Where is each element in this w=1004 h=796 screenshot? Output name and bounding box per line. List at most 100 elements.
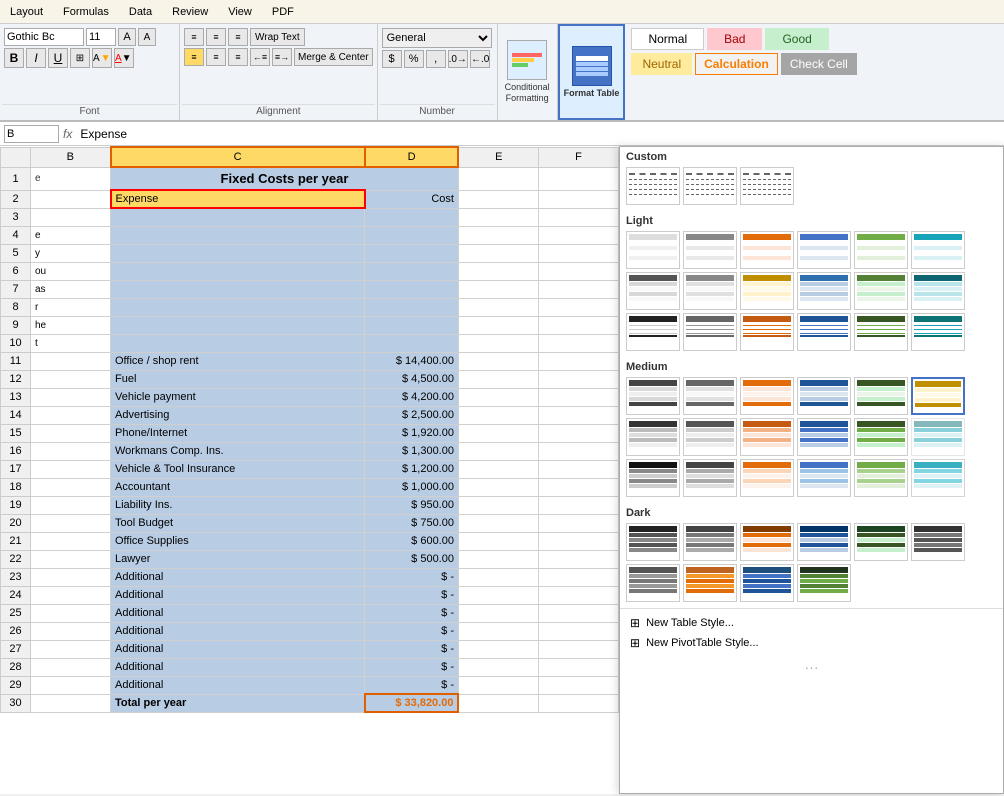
underline-button[interactable]: U: [48, 48, 68, 68]
format-select[interactable]: General Number Currency: [382, 28, 492, 48]
fill-color-button[interactable]: A▼: [92, 48, 112, 68]
increase-font-button[interactable]: A: [118, 28, 136, 46]
medium-style-green-2[interactable]: [854, 418, 908, 456]
light-style-14[interactable]: [683, 313, 737, 351]
medium-style-extra-2[interactable]: [911, 459, 965, 497]
good-style[interactable]: Good: [765, 28, 828, 50]
col-header-e[interactable]: E: [458, 147, 538, 167]
bold-button[interactable]: B: [4, 48, 24, 68]
align-left-button[interactable]: ≡: [184, 48, 204, 66]
light-style-blue-2[interactable]: [797, 313, 851, 351]
menu-layout[interactable]: Layout: [4, 6, 49, 18]
col-header-f[interactable]: F: [538, 147, 618, 167]
increase-decimal-button[interactable]: .0→: [448, 50, 468, 68]
italic-button[interactable]: I: [26, 48, 46, 68]
medium-style-green[interactable]: [854, 377, 908, 415]
dark-style-8[interactable]: [626, 564, 680, 602]
light-style-7[interactable]: [626, 272, 680, 310]
dark-style-1[interactable]: [626, 523, 680, 561]
medium-style-7[interactable]: [626, 418, 680, 456]
light-style-teal-2[interactable]: [911, 313, 965, 351]
calculation-style[interactable]: Calculation: [695, 53, 778, 75]
merge-center-button[interactable]: Merge & Center: [294, 48, 373, 66]
new-pivot-style-button[interactable]: ⊞ New PivotTable Style...: [626, 633, 997, 653]
formula-input[interactable]: Expense: [76, 127, 1000, 141]
medium-style-blue-2[interactable]: [797, 418, 851, 456]
light-style-12[interactable]: [911, 272, 965, 310]
dark-style-orange-2[interactable]: [683, 564, 737, 602]
decrease-decimal-button[interactable]: ←.0: [470, 50, 490, 68]
medium-style-orange-3[interactable]: [740, 459, 794, 497]
medium-style-8[interactable]: [683, 418, 737, 456]
medium-style-14[interactable]: [683, 459, 737, 497]
medium-style-green-3[interactable]: [854, 459, 908, 497]
light-style-green-2[interactable]: [854, 313, 908, 351]
light-style-2[interactable]: [683, 231, 737, 269]
light-style-11[interactable]: [854, 272, 908, 310]
custom-style-thumb-3[interactable]: [740, 167, 794, 205]
light-style-green[interactable]: [854, 231, 908, 269]
title-cell[interactable]: Fixed Costs per year: [111, 167, 459, 190]
wrap-text-button[interactable]: Wrap Text: [250, 28, 305, 46]
medium-style-blue[interactable]: [797, 377, 851, 415]
align-right-button[interactable]: ≡: [228, 48, 248, 66]
medium-style-blue-3[interactable]: [797, 459, 851, 497]
new-table-style-button[interactable]: ⊞ New Table Style...: [626, 613, 997, 633]
font-name-input[interactable]: [4, 28, 84, 46]
align-center-button[interactable]: ≡: [206, 48, 226, 66]
total-value-cell[interactable]: $ 33,820.00: [365, 694, 459, 712]
medium-style-1[interactable]: [626, 377, 680, 415]
medium-style-2[interactable]: [683, 377, 737, 415]
light-style-orange-2[interactable]: [740, 313, 794, 351]
normal-style[interactable]: Normal: [631, 28, 704, 50]
font-color-button[interactable]: A▼: [114, 48, 134, 68]
col-header-d[interactable]: D: [365, 147, 459, 167]
border-button[interactable]: ⊞: [70, 48, 90, 68]
dark-style-2[interactable]: [683, 523, 737, 561]
light-style-blue[interactable]: [797, 231, 851, 269]
dark-style-orange[interactable]: [740, 523, 794, 561]
light-style-8[interactable]: [683, 272, 737, 310]
medium-style-orange-2[interactable]: [740, 418, 794, 456]
dark-style-green[interactable]: [854, 523, 908, 561]
dollar-button[interactable]: $: [382, 50, 402, 68]
font-size-input[interactable]: [86, 28, 116, 46]
menu-pdf[interactable]: PDF: [266, 6, 300, 18]
menu-review[interactable]: Review: [166, 6, 214, 18]
medium-style-orange[interactable]: [740, 377, 794, 415]
dark-style-blue[interactable]: [797, 523, 851, 561]
neutral-style[interactable]: Neutral: [631, 53, 692, 75]
light-style-9[interactable]: [740, 272, 794, 310]
menu-data[interactable]: Data: [123, 6, 158, 18]
medium-style-13[interactable]: [626, 459, 680, 497]
light-style-13[interactable]: [626, 313, 680, 351]
percent-button[interactable]: %: [404, 50, 424, 68]
cost-header-cell[interactable]: Cost: [365, 190, 459, 208]
menu-formulas[interactable]: Formulas: [57, 6, 115, 18]
comma-button[interactable]: ,: [426, 50, 446, 68]
custom-style-thumb-1[interactable]: [626, 167, 680, 205]
col-header-b[interactable]: B: [31, 147, 111, 167]
custom-style-thumb-2[interactable]: [683, 167, 737, 205]
light-style-orange[interactable]: [740, 231, 794, 269]
bad-style[interactable]: Bad: [707, 28, 762, 50]
dark-style-green-2[interactable]: [797, 564, 851, 602]
col-header-c[interactable]: C: [111, 147, 365, 167]
medium-style-extra[interactable]: [911, 418, 965, 456]
conditional-formatting-button[interactable]: [507, 40, 547, 80]
medium-style-gold-selected[interactable]: [911, 377, 965, 415]
align-top-right-button[interactable]: ≡: [228, 28, 248, 46]
indent-increase-button[interactable]: ≡→: [272, 48, 292, 66]
menu-view[interactable]: View: [222, 6, 258, 18]
decrease-font-button[interactable]: A: [138, 28, 156, 46]
cell-reference-input[interactable]: [4, 125, 59, 143]
dark-style-blue-2[interactable]: [740, 564, 794, 602]
align-top-center-button[interactable]: ≡: [206, 28, 226, 46]
align-top-left-button[interactable]: ≡: [184, 28, 204, 46]
light-style-teal[interactable]: [911, 231, 965, 269]
format-as-table-button[interactable]: [572, 46, 612, 86]
light-style-10[interactable]: [797, 272, 851, 310]
dark-style-7[interactable]: [911, 523, 965, 561]
light-style-1[interactable]: [626, 231, 680, 269]
expense-header-cell[interactable]: Expense: [111, 190, 365, 208]
